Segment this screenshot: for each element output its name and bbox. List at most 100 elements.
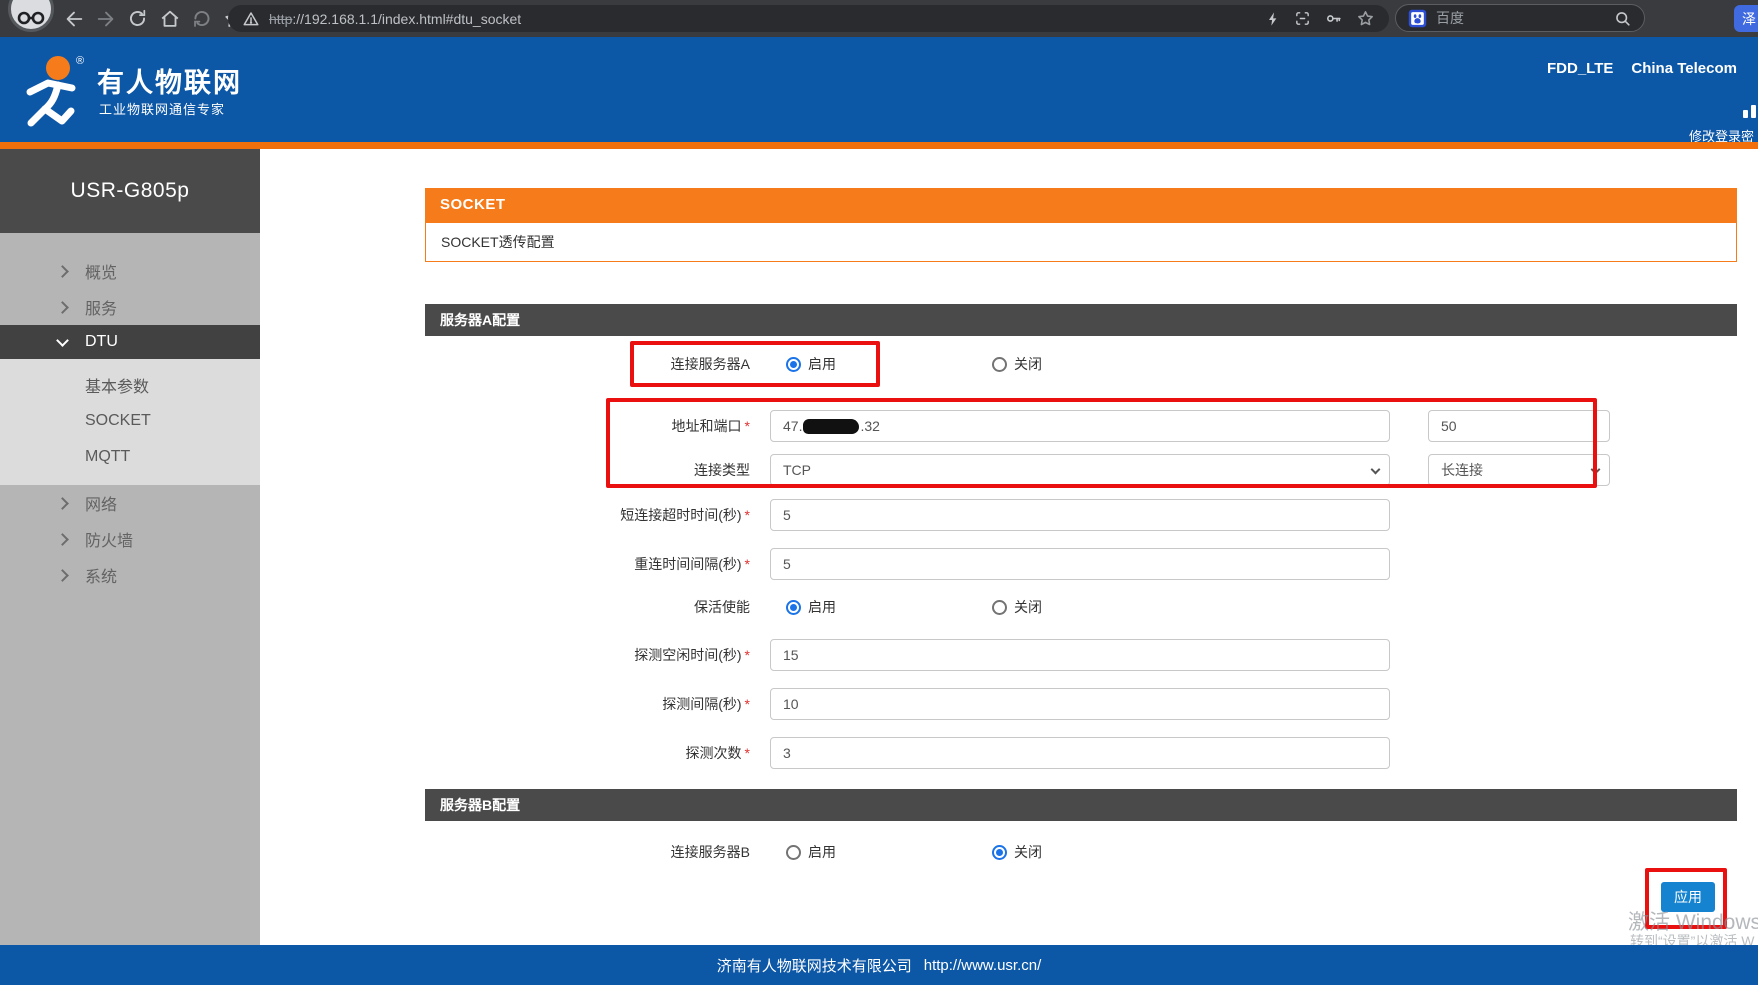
chevron-right-icon	[56, 265, 69, 278]
reload-button[interactable]	[124, 5, 151, 32]
row-probe-count: 探测次数*	[425, 736, 1737, 770]
network-status: FDD_LTE China Telecom	[1547, 60, 1737, 77]
not-secure-warning-icon	[242, 10, 260, 28]
password-key-icon[interactable]	[1324, 9, 1343, 28]
row-reconnect-interval: 重连时间间隔(秒)*	[425, 547, 1737, 581]
required-asterisk: *	[745, 647, 750, 663]
back-button[interactable]	[60, 5, 87, 32]
sidebar-item-system[interactable]: 系统	[0, 557, 260, 593]
radio-enable-b[interactable]	[786, 845, 801, 860]
type-label: 连接类型	[425, 460, 770, 480]
section-b-title: 服务器B配置	[425, 789, 1737, 821]
chevron-right-icon	[56, 533, 69, 546]
sidebar-item-firewall[interactable]: 防火墙	[0, 521, 260, 557]
radio-enable-a-label: 启用	[808, 354, 836, 374]
site-header: ® 有人物联网 工业物联网通信专家 FDD_LTE China Telecom …	[0, 37, 1758, 142]
chevron-down-icon	[1591, 465, 1601, 475]
footer-url[interactable]: http://www.usr.cn/	[924, 957, 1042, 974]
port-input[interactable]	[1428, 410, 1610, 442]
lightning-icon[interactable]	[1265, 10, 1281, 28]
row-address-port: 地址和端口* 47..32	[425, 409, 1737, 443]
probe-count-label: 探测次数*	[425, 743, 770, 763]
chevron-right-icon	[56, 569, 69, 582]
page-title: SOCKET	[425, 188, 1737, 222]
account-initial: 泽	[1742, 9, 1756, 29]
footer-company: 济南有人物联网技术有限公司	[717, 955, 912, 976]
radio-disable-b[interactable]	[992, 845, 1007, 860]
secondary-search-bar[interactable]: 百度	[1395, 4, 1645, 32]
sidebar-item-socket[interactable]: SOCKET	[0, 403, 260, 439]
row-probe-interval: 探测间隔(秒)*	[425, 687, 1737, 721]
radio-keepalive-disable[interactable]	[992, 600, 1007, 615]
row-connect-server-b: 连接服务器B 启用 关闭	[425, 835, 1737, 869]
page-subtitle: SOCKET透传配置	[425, 222, 1737, 262]
required-asterisk: *	[745, 745, 750, 761]
probe-interval-input[interactable]	[770, 688, 1390, 720]
radio-keepalive-enable[interactable]	[786, 600, 801, 615]
address-label: 地址和端口*	[425, 416, 770, 436]
address-input[interactable]: 47..32	[770, 410, 1390, 442]
brand-name: 有人物联网	[97, 61, 242, 100]
browser-account-badge[interactable]: 泽	[1734, 5, 1758, 32]
required-asterisk: *	[745, 507, 750, 523]
radio-enable-a[interactable]	[786, 357, 801, 372]
row-probe-idle: 探测空闲时间(秒)*	[425, 638, 1737, 672]
sidebar-item-overview[interactable]: 概览	[0, 253, 260, 289]
required-asterisk: *	[745, 418, 750, 434]
chevron-down-icon	[56, 334, 69, 347]
forward-button[interactable]	[92, 5, 119, 32]
undo-button[interactable]	[188, 5, 215, 32]
search-icon[interactable]	[1613, 9, 1632, 28]
sidebar: USR-G805p 概览 服务 DTU 基本参数 SOCKET MQTT	[0, 149, 260, 945]
radio-disable-a[interactable]	[992, 357, 1007, 372]
radio-disable-b-label: 关闭	[1014, 842, 1042, 862]
network-type: FDD_LTE	[1547, 60, 1613, 77]
address-bar[interactable]: http://192.168.1.1/index.html#dtu_socket	[228, 5, 1389, 32]
home-icon	[159, 8, 181, 30]
header-accent-line	[0, 142, 1758, 149]
radio-keepalive-enable-label: 启用	[808, 597, 836, 617]
back-icon	[63, 8, 85, 30]
browser-toolbar: http://192.168.1.1/index.html#dtu_socket…	[0, 0, 1758, 37]
undo-arrow-icon	[191, 8, 212, 29]
probe-idle-label: 探测空闲时间(秒)*	[425, 645, 770, 665]
bookmark-star-icon[interactable]	[1356, 9, 1375, 28]
sidebar-item-network[interactable]: 网络	[0, 485, 260, 521]
probe-count-input[interactable]	[770, 737, 1390, 769]
row-connect-server-a: 连接服务器A 启用 关闭	[425, 347, 1737, 381]
row-short-timeout: 短连接超时时间(秒)*	[425, 498, 1737, 532]
search-engine-label: 百度	[1436, 8, 1604, 28]
sidebar-item-mqtt[interactable]: MQTT	[0, 439, 260, 475]
reconnect-interval-input[interactable]	[770, 548, 1390, 580]
chevron-down-icon	[1371, 465, 1381, 475]
footer: 济南有人物联网技术有限公司 http://www.usr.cn/	[0, 945, 1758, 985]
device-name: USR-G805p	[71, 179, 190, 203]
sidebar-item-services[interactable]: 服务	[0, 289, 260, 325]
probe-idle-input[interactable]	[770, 639, 1390, 671]
required-asterisk: *	[745, 696, 750, 712]
baidu-icon	[1408, 9, 1427, 28]
chevron-right-icon	[56, 301, 69, 314]
keepalive-label: 保活使能	[425, 597, 770, 617]
radio-keepalive-disable-label: 关闭	[1014, 597, 1042, 617]
short-timeout-input[interactable]	[770, 499, 1390, 531]
connect-a-label: 连接服务器A	[425, 354, 770, 374]
sidebar-item-dtu[interactable]: DTU	[0, 325, 260, 359]
home-button[interactable]	[156, 5, 183, 32]
usr-logo-icon: ®	[16, 52, 94, 130]
reload-icon	[127, 8, 148, 29]
url-text: http://192.168.1.1/index.html#dtu_socket	[269, 11, 1256, 27]
sidebar-item-basic-params[interactable]: 基本参数	[0, 367, 260, 403]
connection-mode-select[interactable]: 长连接	[1428, 454, 1610, 486]
browser-profile-avatar[interactable]	[8, 0, 54, 32]
svg-text:®: ®	[76, 55, 84, 67]
carrier-name: China Telecom	[1631, 60, 1737, 77]
screen-capture-icon[interactable]	[1294, 10, 1311, 27]
connection-type-select[interactable]: TCP	[770, 454, 1390, 486]
section-a-title: 服务器A配置	[425, 304, 1737, 336]
required-asterisk: *	[745, 556, 750, 572]
connect-b-label: 连接服务器B	[425, 842, 770, 862]
reconnect-label: 重连时间间隔(秒)*	[425, 554, 770, 574]
page: http://192.168.1.1/index.html#dtu_socket…	[0, 0, 1758, 985]
radio-enable-b-label: 启用	[808, 842, 836, 862]
